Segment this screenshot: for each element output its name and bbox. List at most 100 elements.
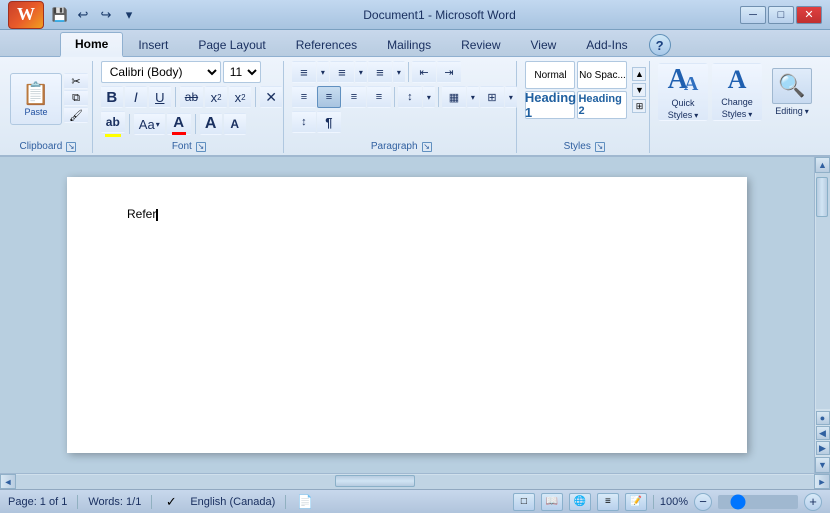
para-row3: ↕ ¶	[292, 111, 341, 133]
outline-button[interactable]: ≡	[597, 493, 619, 511]
show-hide-button[interactable]: ¶	[317, 111, 341, 133]
multilevel-dropdown[interactable]: ▾	[393, 61, 405, 83]
select-browse-button[interactable]: ●	[816, 411, 830, 425]
print-layout-button[interactable]: □	[513, 493, 535, 511]
borders-button[interactable]: ⊞	[480, 86, 504, 108]
help-button[interactable]: ?	[649, 34, 671, 56]
zoom-out-button[interactable]: −	[694, 493, 712, 511]
office-button[interactable]: W	[8, 1, 44, 29]
quick-styles-button[interactable]: A A Quick Styles ▾	[658, 63, 708, 121]
change-styles-button[interactable]: A Change Styles ▾	[712, 63, 762, 121]
bullets-dropdown[interactable]: ▾	[317, 61, 329, 83]
borders-dropdown[interactable]: ▾	[505, 86, 517, 108]
redo-button[interactable]: ↪	[96, 5, 116, 25]
document-area[interactable]: Refer ▲ ● ◀ ▶ ▼	[0, 157, 830, 473]
tab-home[interactable]: Home	[60, 32, 123, 57]
style-preview-row2: Heading 1 Heading 2	[525, 91, 627, 119]
zoom-slider[interactable]	[718, 495, 798, 509]
tab-page-layout[interactable]: Page Layout	[183, 33, 280, 56]
paste-button[interactable]: 📋 Paste	[10, 73, 62, 125]
style-heading1-preview[interactable]: Heading 1	[525, 91, 575, 119]
style-normal-preview[interactable]: Normal	[525, 61, 575, 89]
styles-scroll-up[interactable]: ▲	[632, 67, 646, 81]
scroll-track[interactable]	[816, 173, 830, 409]
numbering-button[interactable]: ≡	[330, 61, 354, 83]
clear-formatting-button[interactable]: ✕	[260, 86, 282, 108]
cut-button[interactable]: ✂	[64, 73, 88, 89]
copy-button[interactable]: ⧉	[64, 90, 88, 106]
h-scroll-thumb[interactable]	[335, 475, 415, 487]
scroll-thumb[interactable]	[816, 177, 828, 217]
scroll-right-button[interactable]: ►	[814, 474, 830, 489]
web-layout-button[interactable]: 🌐	[569, 493, 591, 511]
undo-button[interactable]: ↩	[73, 5, 93, 25]
font-size-select[interactable]: 11	[223, 61, 261, 83]
styles-scroll-down[interactable]: ▼	[632, 83, 646, 97]
tab-review[interactable]: Review	[446, 33, 515, 56]
paragraph-expand-button[interactable]: ↘	[422, 142, 432, 152]
font-color-dropdown[interactable]: Aa▾	[134, 113, 165, 135]
decrease-indent-button[interactable]: ⇤	[412, 61, 436, 83]
increase-indent-button[interactable]: ⇥	[437, 61, 461, 83]
tab-add-ins[interactable]: Add-Ins	[571, 33, 642, 56]
tab-references[interactable]: References	[281, 33, 372, 56]
full-reading-button[interactable]: 📖	[541, 493, 563, 511]
scroll-left-button[interactable]: ◄	[0, 474, 16, 489]
editing-button[interactable]: 🔍 Editing ▾	[766, 63, 818, 121]
tab-insert[interactable]: Insert	[123, 33, 183, 56]
grow-font-button[interactable]: A	[200, 113, 222, 135]
quick-access-toolbar: 💾 ↩ ↪ ▾	[50, 5, 139, 25]
scroll-up-button[interactable]: ▲	[815, 157, 830, 173]
h-scroll-track[interactable]	[16, 475, 814, 489]
justify-button[interactable]: ≡	[367, 86, 391, 108]
bold-button[interactable]: B	[101, 86, 123, 108]
sort-button[interactable]: ↕	[292, 111, 316, 133]
close-button[interactable]: ✕	[796, 6, 822, 24]
underline-button[interactable]: U	[149, 86, 171, 108]
proofing-icon[interactable]: ✓	[162, 493, 180, 511]
font-family-select[interactable]: Calibri (Body)	[101, 61, 221, 83]
quick-styles-arrow: ▾	[694, 111, 698, 120]
paragraph-group: ≡ ▾ ≡ ▾ ≡ ▾ ⇤ ⇥ ≡ ≡ ≡	[288, 61, 518, 153]
maximize-button[interactable]: □	[768, 6, 794, 24]
format-painter-button[interactable]: 🖌	[64, 107, 88, 123]
align-center-button[interactable]: ≡	[317, 86, 341, 108]
line-spacing-button[interactable]: ↕	[398, 86, 422, 108]
align-left-button[interactable]: ≡	[292, 86, 316, 108]
main-area: Refer ▲ ● ◀ ▶ ▼	[0, 157, 830, 513]
highlight-button[interactable]: ab	[101, 111, 125, 133]
subscript-button[interactable]: x2	[205, 86, 227, 108]
numbering-dropdown[interactable]: ▾	[355, 61, 367, 83]
track-changes-icon[interactable]: 📄	[296, 493, 314, 511]
font-color-button[interactable]: A	[167, 113, 191, 135]
italic-button[interactable]: I	[125, 86, 147, 108]
superscript-button[interactable]: x2	[229, 86, 251, 108]
prev-page-button[interactable]: ◀	[816, 426, 830, 440]
style-heading2-preview[interactable]: Heading 2	[577, 91, 627, 119]
strikethrough-button[interactable]: ab	[180, 86, 203, 108]
line-spacing-dropdown[interactable]: ▾	[423, 86, 435, 108]
save-button[interactable]: 💾	[50, 5, 70, 25]
clipboard-expand-button[interactable]: ↘	[66, 142, 76, 152]
font-expand-button[interactable]: ↘	[196, 142, 206, 152]
styles-more-button[interactable]: ⊞	[632, 99, 646, 113]
shading-dropdown[interactable]: ▾	[467, 86, 479, 108]
customize-qa-button[interactable]: ▾	[119, 5, 139, 25]
bullets-button[interactable]: ≡	[292, 61, 316, 83]
draft-button[interactable]: 📝	[625, 493, 647, 511]
paste-icon: 📋	[22, 81, 49, 107]
multilevel-button[interactable]: ≡	[368, 61, 392, 83]
shrink-font-button[interactable]: A	[224, 113, 246, 135]
minimize-button[interactable]: ─	[740, 6, 766, 24]
document-page[interactable]: Refer	[67, 177, 747, 453]
styles-expand-button[interactable]: ↘	[595, 142, 605, 152]
scroll-down-button[interactable]: ▼	[815, 457, 830, 473]
style-no-spacing-preview[interactable]: No Spac...	[577, 61, 627, 89]
align-right-button[interactable]: ≡	[342, 86, 366, 108]
zoom-in-button[interactable]: +	[804, 493, 822, 511]
tab-view[interactable]: View	[516, 33, 572, 56]
shading-button[interactable]: ▦	[442, 86, 466, 108]
status-divider4	[653, 495, 654, 509]
next-page-button[interactable]: ▶	[816, 441, 830, 455]
tab-mailings[interactable]: Mailings	[372, 33, 446, 56]
